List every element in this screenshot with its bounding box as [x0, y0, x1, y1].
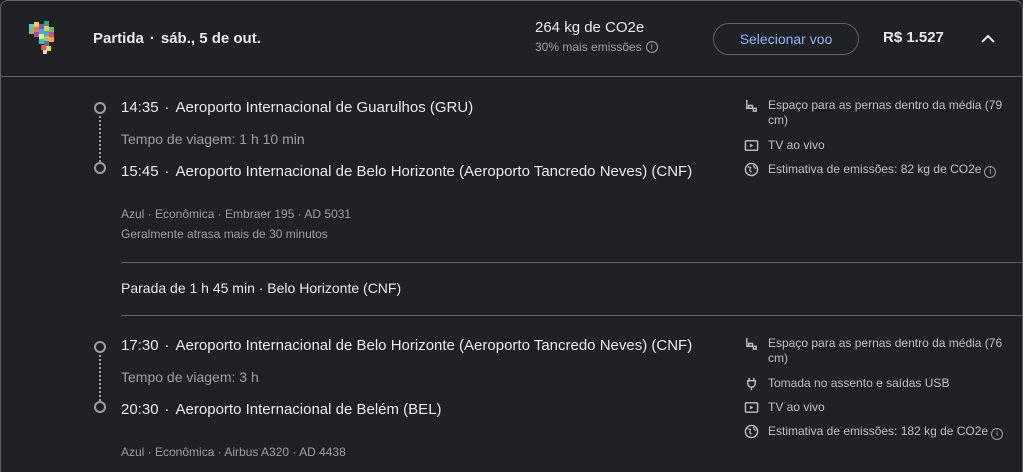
- amenity-emissions: Estimativa de emissões: 82 kg de CO2e i: [744, 162, 1019, 178]
- amenity-text: Espaço para as pernas dentro da média (7…: [768, 336, 1003, 365]
- flight-details: Azul · Econômica · Embraer 195 · AD 5031: [121, 207, 352, 221]
- departure-row: 17:30 · Aeroporto Internacional de Belo Ho…: [121, 337, 692, 354]
- travel-time: Tempo de viagem: 3 h: [121, 369, 259, 385]
- separator-dot: ·: [164, 337, 170, 354]
- amenity-text-row: Estimativa de emissões: 82 kg de CO2e i: [768, 162, 1019, 178]
- divider: [121, 262, 1022, 263]
- arrival-time: 15:45: [121, 163, 159, 180]
- azul-airline-logo: [29, 21, 54, 54]
- tv-icon: [744, 402, 759, 413]
- departure-row: 14:35 · Aeroporto Internacional de Guarulh…: [121, 99, 473, 116]
- amenity-tv: TV ao vivo: [744, 400, 1019, 415]
- amenity-legroom: Espaço para as pernas dentro da média (7…: [744, 98, 1019, 128]
- emissions-total: 264 kg de CO2e: [535, 19, 645, 36]
- separator-dot: ·: [149, 30, 155, 47]
- departure-airport: Aeroporto Internacional de Guarulhos (GR…: [175, 99, 474, 116]
- globe-icon: [744, 424, 759, 439]
- amenity-text: TV ao vivo: [768, 400, 825, 414]
- arrival-airport: Aeroporto Internacional de Belo Horizont…: [175, 163, 693, 180]
- flight-price: R$ 1.527: [883, 29, 944, 46]
- departure-time: 17:30: [121, 337, 159, 354]
- amenity-emissions: Estimativa de emissões: 182 kg de CO2e i: [744, 424, 1019, 440]
- separator-dot: ·: [164, 401, 170, 418]
- legroom-icon: [746, 99, 757, 112]
- emissions-note-row: 30% mais emissões i: [535, 40, 685, 54]
- globe-icon: [744, 162, 759, 177]
- departure-time: 14:35: [121, 99, 159, 116]
- info-icon[interactable]: i: [991, 428, 1004, 440]
- separator-dot: ·: [164, 163, 170, 180]
- power-plug-icon: [747, 377, 756, 391]
- chevron-up-icon[interactable]: [976, 27, 1000, 51]
- emissions-summary: 264 kg de CO2e 30% mais emissões i: [535, 19, 685, 54]
- timeline-dotted-line: [99, 355, 101, 401]
- amenity-text: Tomada no assento e saídas USB: [768, 376, 950, 390]
- legroom-icon: [746, 337, 757, 350]
- flight-details: Azul · Econômica · Airbus A320 · AD 4438: [121, 445, 346, 459]
- select-flight-button[interactable]: Selecionar voo: [713, 23, 859, 55]
- arrival-timeline-circle: [94, 401, 106, 413]
- arrival-airport: Aeroporto Internacional de Belém (BEL): [175, 401, 442, 418]
- timeline-dotted-line: [99, 116, 101, 162]
- separator-dot: ·: [164, 99, 170, 116]
- divider: [121, 315, 1022, 316]
- amenity-text: TV ao vivo: [768, 138, 825, 152]
- arrival-row: 15:45 · Aeroporto Internacional de Belo Ho…: [121, 163, 692, 180]
- travel-time: Tempo de viagem: 1 h 10 min: [121, 131, 305, 147]
- layover-info: Parada de 1 h 45 min · Belo Horizonte (C…: [121, 280, 402, 296]
- arrival-time: 20:30: [121, 401, 159, 418]
- amenity-text: Estimativa de emissões: 82 kg de CO2e: [768, 162, 982, 176]
- departure-airport: Aeroporto Internacional de Belo Horizont…: [175, 337, 693, 354]
- amenity-power: Tomada no assento e saídas USB: [744, 376, 1019, 391]
- departure-heading: Partida · sáb., 5 de out.: [93, 30, 261, 47]
- info-icon[interactable]: i: [645, 41, 658, 53]
- flight-summary-header[interactable]: Partida · sáb., 5 de out. 264 kg de CO2e 3…: [1, 1, 1022, 77]
- departure-date: sáb., 5 de out.: [160, 30, 261, 47]
- arrival-row: 20:30 · Aeroporto Internacional de Belém (…: [121, 401, 442, 418]
- departure-label: Partida: [93, 30, 144, 47]
- arrival-timeline-circle: [94, 162, 106, 174]
- amenity-legroom: Espaço para as pernas dentro da média (7…: [744, 336, 1019, 366]
- flight-card: Partida · sáb., 5 de out. 264 kg de CO2e 3…: [0, 0, 1023, 472]
- tv-icon: [744, 140, 759, 151]
- departure-timeline-circle: [94, 341, 106, 353]
- amenity-tv: TV ao vivo: [744, 138, 1019, 153]
- delay-note: Geralmente atrasa mais de 30 minutos: [121, 227, 328, 241]
- info-icon[interactable]: i: [984, 166, 997, 178]
- amenity-text: Estimativa de emissões: 182 kg de CO2e: [768, 424, 989, 438]
- amenity-text-row: Estimativa de emissões: 182 kg de CO2e i: [768, 424, 1019, 440]
- departure-timeline-circle: [94, 102, 106, 114]
- amenity-text: Espaço para as pernas dentro da média (7…: [768, 98, 1003, 127]
- emissions-note: 30% mais emissões: [535, 40, 642, 54]
